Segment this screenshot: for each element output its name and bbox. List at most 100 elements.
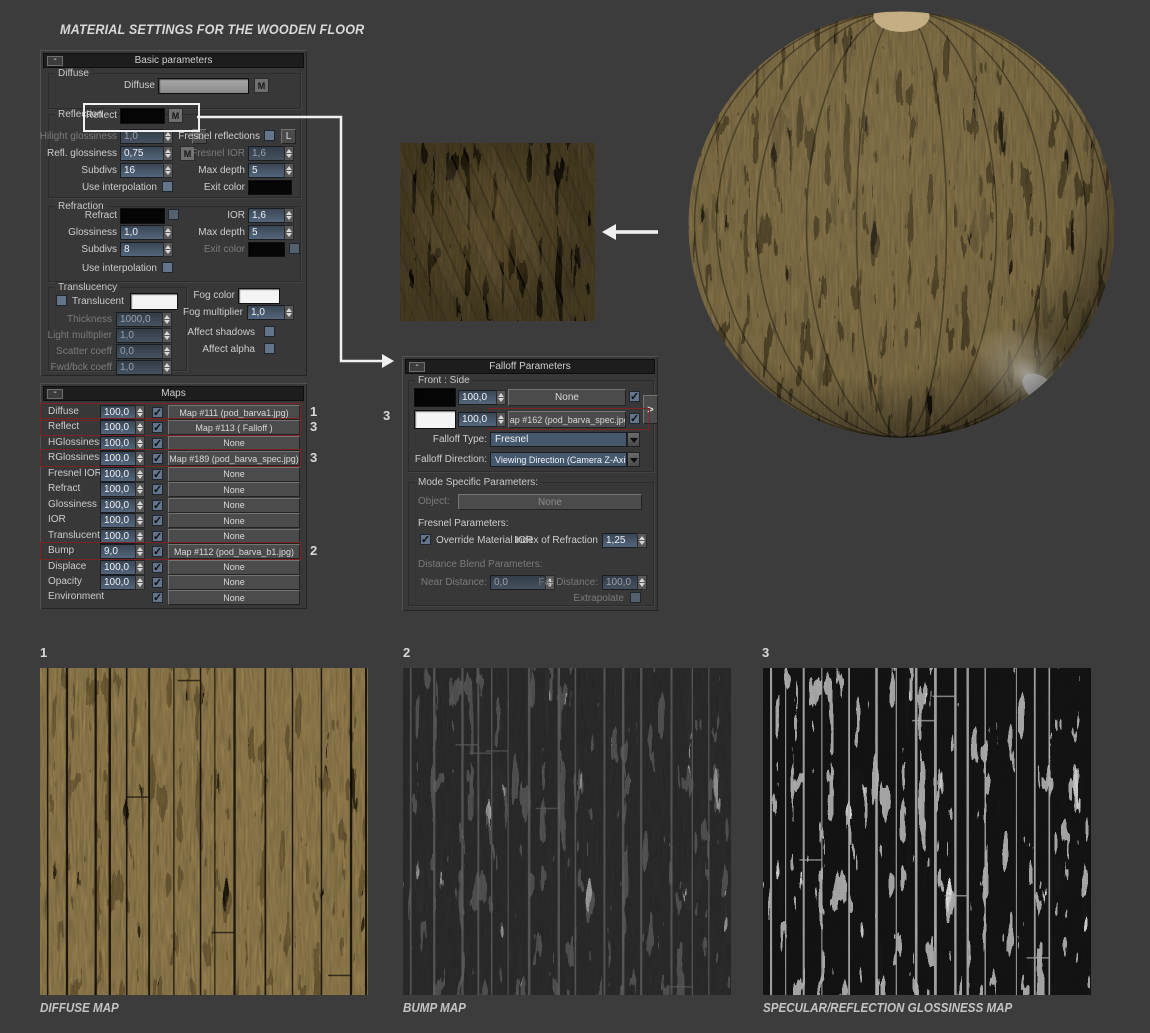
maps-row-amount-field[interactable]: 100,0 bbox=[100, 482, 136, 497]
maps-row-map-button[interactable]: Map #113 ( Falloff ) bbox=[168, 420, 300, 435]
falloff-type-dropdown[interactable]: Fresnel bbox=[490, 432, 627, 447]
maps-row-checkbox[interactable] bbox=[152, 592, 163, 603]
maps-row-checkbox[interactable] bbox=[152, 422, 163, 433]
maps-row-checkbox[interactable] bbox=[152, 484, 163, 495]
falloff-direction-dropdown[interactable]: Viewing Direction (Camera Z-Axis) bbox=[490, 452, 627, 467]
translucency-row-field[interactable]: 0,0 bbox=[116, 344, 163, 359]
side-map-button[interactable]: Map #162 (pod_barva_spec.jpg) bbox=[508, 411, 626, 428]
refr-glossiness-spinner[interactable] bbox=[163, 225, 173, 240]
falloff-type-dropdown-arrow[interactable] bbox=[627, 432, 640, 447]
maps-row-spinner[interactable] bbox=[135, 513, 145, 528]
maps-row-map-button[interactable]: Map #189 (pod_barva_spec.jpg) bbox=[168, 451, 300, 466]
translucent-checkbox[interactable] bbox=[56, 295, 67, 306]
falloff-header[interactable]: - Falloff Parameters bbox=[405, 359, 655, 374]
maps-row-label: RGlossiness bbox=[48, 452, 104, 463]
refr-use-interpolation-checkbox[interactable] bbox=[162, 262, 173, 273]
refr-glossiness-field[interactable]: 1,0 bbox=[120, 225, 164, 240]
falloff-direction-label: Falloff Direction: bbox=[402, 454, 487, 465]
maps-row-checkbox[interactable] bbox=[152, 515, 163, 526]
override-material-ior-checkbox[interactable] bbox=[420, 534, 431, 545]
maps-row-map-button[interactable]: Map #112 (pod_barva_b1.jpg) bbox=[168, 544, 300, 559]
maps-row-spinner[interactable] bbox=[135, 575, 145, 590]
maps-row: RGlossiness 100,0 Map #189 (pod_barva_sp… bbox=[40, 451, 307, 466]
subdivs-field[interactable]: 16 bbox=[120, 163, 164, 178]
extrapolate-checkbox[interactable] bbox=[630, 592, 641, 603]
index-of-refraction-spinner[interactable] bbox=[637, 533, 647, 548]
diffuse-map-m-button[interactable]: M bbox=[254, 78, 269, 93]
maps-row-amount-field[interactable]: 100,0 bbox=[100, 575, 136, 590]
translucency-row-field[interactable]: 1,0 bbox=[116, 328, 163, 343]
maps-row-amount-field[interactable]: 100,0 bbox=[100, 498, 136, 513]
side-color-swatch[interactable] bbox=[414, 410, 456, 429]
maps-row-map-button[interactable]: None bbox=[168, 575, 300, 590]
collapse-icon[interactable]: - bbox=[409, 362, 425, 372]
collapse-icon[interactable]: - bbox=[47, 389, 63, 399]
refr-subdivs-field[interactable]: 8 bbox=[120, 242, 164, 257]
maps-row-label: Diffuse bbox=[48, 406, 79, 417]
front-map-checkbox[interactable] bbox=[629, 391, 640, 402]
maps-row-spinner[interactable] bbox=[135, 498, 145, 513]
front-map-button[interactable]: None bbox=[508, 389, 626, 406]
translucency-row-spinner[interactable] bbox=[162, 328, 172, 343]
maps-row-checkbox[interactable] bbox=[152, 438, 163, 449]
maps-row-checkbox[interactable] bbox=[152, 469, 163, 480]
maps-row-checkbox[interactable] bbox=[152, 531, 163, 542]
falloff-direction-dropdown-arrow[interactable] bbox=[627, 452, 640, 467]
translucency-row: Thickness 1000,0 bbox=[40, 312, 177, 327]
maps-row-map-button[interactable]: None bbox=[168, 513, 300, 528]
subdivs-spinner[interactable] bbox=[163, 163, 173, 178]
maps-row-amount-field[interactable]: 100,0 bbox=[100, 560, 136, 575]
diffuse-color-swatch[interactable] bbox=[158, 78, 249, 94]
use-interpolation-checkbox[interactable] bbox=[162, 181, 173, 192]
maps-row-checkbox[interactable] bbox=[152, 407, 163, 418]
maps-row-spinner[interactable] bbox=[135, 482, 145, 497]
maps-row-spinner[interactable] bbox=[135, 420, 145, 435]
maps-row-map-button[interactable]: None bbox=[168, 498, 300, 513]
maps-row: IOR 100,0 None bbox=[40, 513, 307, 528]
maps-row-checkbox[interactable] bbox=[152, 500, 163, 511]
translucency-row-spinner[interactable] bbox=[162, 344, 172, 359]
front-color-swatch[interactable] bbox=[414, 388, 456, 407]
maps-row-checkbox[interactable] bbox=[152, 562, 163, 573]
index-of-refraction-field[interactable]: 1,25 bbox=[602, 533, 638, 548]
maps-row-map-button[interactable]: None bbox=[168, 590, 300, 605]
far-distance-spinner[interactable] bbox=[637, 575, 647, 590]
translucency-row-field[interactable]: 1000,0 bbox=[116, 312, 163, 327]
translucency-row-field[interactable]: 1,0 bbox=[116, 360, 163, 375]
maps-row: Bump 9,0 Map #112 (pod_barva_b1.jpg) 2 bbox=[40, 544, 307, 559]
side-amount-spinner[interactable] bbox=[496, 412, 506, 427]
maps-row-amount-field[interactable]: 9,0 bbox=[100, 544, 136, 559]
maps-row-amount-field[interactable]: 100,0 bbox=[100, 420, 136, 435]
refl-glossiness-spinner[interactable] bbox=[163, 146, 173, 161]
front-amount-field[interactable]: 100,0 bbox=[458, 390, 497, 405]
maps-row-amount-field[interactable]: 100,0 bbox=[100, 451, 136, 466]
side-amount-field[interactable]: 100,0 bbox=[458, 412, 497, 427]
sphere-to-preview-arrow bbox=[602, 222, 660, 242]
maps-row-checkbox[interactable] bbox=[152, 577, 163, 588]
refract-label: Refract bbox=[67, 210, 117, 221]
maps-row-checkbox[interactable] bbox=[152, 546, 163, 557]
front-amount-spinner[interactable] bbox=[496, 390, 506, 405]
maps-header[interactable]: - Maps bbox=[43, 386, 304, 401]
maps-row-spinner[interactable] bbox=[135, 467, 145, 482]
maps-row-spinner[interactable] bbox=[135, 544, 145, 559]
translucency-row-spinner[interactable] bbox=[162, 360, 172, 375]
maps-row-map-button[interactable]: None bbox=[168, 560, 300, 575]
maps-row-map-button[interactable]: None bbox=[168, 467, 300, 482]
basic-parameters-header[interactable]: - Basic parameters bbox=[43, 53, 304, 68]
far-distance-field[interactable]: 100,0 bbox=[602, 575, 638, 590]
object-none-button[interactable]: None bbox=[458, 494, 642, 510]
maps-row-amount-field[interactable]: 100,0 bbox=[100, 513, 136, 528]
maps-row-checkbox[interactable] bbox=[152, 453, 163, 464]
refr-subdivs-spinner[interactable] bbox=[163, 242, 173, 257]
side-map-checkbox[interactable] bbox=[629, 413, 640, 424]
screenshot-root: MATERIAL SETTINGS FOR THE WOODEN FLOOR -… bbox=[0, 0, 1150, 1033]
refract-color-swatch[interactable] bbox=[120, 208, 165, 224]
maps-row-spinner[interactable] bbox=[135, 451, 145, 466]
maps-row-spinner[interactable] bbox=[135, 560, 145, 575]
maps-row-map-button[interactable]: None bbox=[168, 482, 300, 497]
collapse-icon[interactable]: - bbox=[47, 56, 63, 66]
refract-m-slot[interactable] bbox=[168, 209, 179, 220]
maps-row-amount-field[interactable]: 100,0 bbox=[100, 467, 136, 482]
refl-glossiness-field[interactable]: 0,75 bbox=[120, 146, 164, 161]
